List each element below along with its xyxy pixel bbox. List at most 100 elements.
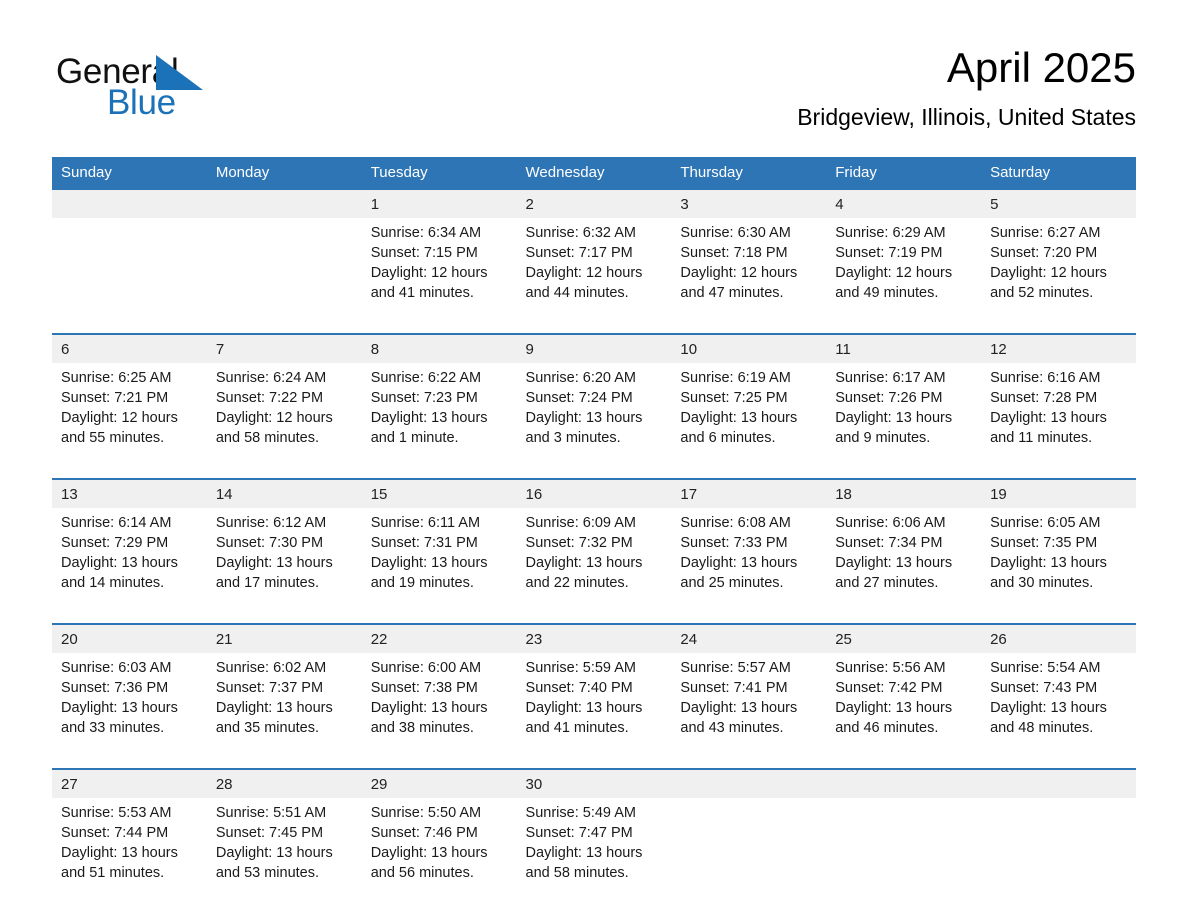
daylight-text-line1: Daylight: 12 hours	[680, 265, 798, 281]
daylight-text-line2: and 17 minutes.	[215, 575, 320, 591]
day-cell: Sunrise: 5:56 AM Sunset: 7:42 PM Dayligh…	[826, 653, 982, 769]
day-number: 16	[516, 478, 672, 508]
week-row-details: Sunrise: 6:03 AM Sunset: 7:36 PM Dayligh…	[52, 653, 1136, 769]
sunset-text: Sunset: 7:26 PM	[835, 390, 943, 406]
day-number	[981, 768, 1136, 798]
sunset-text: Sunset: 7:35 PM	[990, 535, 1098, 551]
sunrise-text: Sunrise: 6:29 AM	[835, 225, 946, 241]
day-number: 30	[516, 768, 672, 798]
daylight-text-line1: Daylight: 13 hours	[61, 555, 178, 571]
day-number: 3	[671, 190, 827, 218]
daylight-text-line1: Daylight: 12 hours	[370, 265, 488, 281]
day-cell: Sunrise: 6:29 AM Sunset: 7:19 PM Dayligh…	[826, 218, 982, 334]
page-header: General Blue April 2025 Bridgeview, Illi…	[52, 42, 1136, 147]
weekday-header-monday: Monday	[206, 157, 362, 190]
day-number: 19	[981, 478, 1136, 508]
daylight-text-line1: Daylight: 13 hours	[525, 700, 643, 716]
day-cell: Sunrise: 6:19 AM Sunset: 7:25 PM Dayligh…	[671, 363, 827, 479]
daylight-text-line1: Daylight: 13 hours	[370, 555, 488, 571]
sunset-text: Sunset: 7:37 PM	[215, 680, 324, 696]
daylight-text-line2: and 58 minutes.	[215, 430, 320, 446]
daylight-text-line2: and 47 minutes.	[680, 285, 784, 301]
day-number: 14	[206, 478, 362, 508]
sunset-text: Sunset: 7:36 PM	[61, 680, 169, 696]
day-cell: Sunrise: 6:20 AM Sunset: 7:24 PM Dayligh…	[516, 363, 672, 479]
daylight-text-line2: and 19 minutes.	[370, 575, 474, 591]
sunrise-text: Sunrise: 6:30 AM	[680, 225, 791, 241]
day-cell: Sunrise: 6:12 AM Sunset: 7:30 PM Dayligh…	[206, 508, 362, 624]
day-number: 1	[361, 190, 517, 218]
sunrise-text: Sunrise: 6:11 AM	[370, 515, 481, 531]
sunrise-text: Sunrise: 6:27 AM	[990, 225, 1101, 241]
sunrise-text: Sunrise: 6:17 AM	[835, 370, 946, 386]
sunrise-text: Sunrise: 6:32 AM	[525, 225, 636, 241]
daylight-text-line1: Daylight: 13 hours	[370, 845, 488, 861]
sunset-text: Sunset: 7:22 PM	[215, 390, 324, 406]
sunset-text: Sunset: 7:20 PM	[990, 245, 1098, 261]
sunrise-text: Sunrise: 6:12 AM	[215, 515, 327, 531]
daylight-text-line1: Daylight: 13 hours	[835, 410, 953, 426]
daylight-text-line2: and 41 minutes.	[370, 285, 474, 301]
day-number: 17	[671, 478, 827, 508]
sunrise-text: Sunrise: 6:09 AM	[525, 515, 636, 531]
day-cell: Sunrise: 6:27 AM Sunset: 7:20 PM Dayligh…	[981, 218, 1136, 334]
day-number	[826, 768, 982, 798]
daylight-text-line1: Daylight: 12 hours	[215, 410, 333, 426]
day-number: 11	[826, 333, 982, 363]
daylight-text-line2: and 14 minutes.	[61, 575, 165, 591]
day-cell	[981, 798, 1136, 913]
daylight-text-line2: and 3 minutes.	[525, 430, 621, 446]
day-cell: Sunrise: 6:05 AM Sunset: 7:35 PM Dayligh…	[981, 508, 1136, 624]
week-row-dates: 13 14 15 16 17 18 19	[52, 478, 1136, 508]
sunrise-text: Sunrise: 5:56 AM	[835, 660, 946, 676]
daylight-text-line2: and 55 minutes.	[61, 430, 165, 446]
weekday-header-wednesday: Wednesday	[516, 157, 672, 190]
day-number: 2	[516, 190, 672, 218]
daylight-text-line1: Daylight: 13 hours	[61, 845, 178, 861]
daylight-text-line1: Daylight: 13 hours	[215, 700, 333, 716]
day-number: 21	[206, 623, 362, 653]
weekday-header-sunday: Sunday	[52, 157, 207, 190]
day-cell: Sunrise: 6:11 AM Sunset: 7:31 PM Dayligh…	[361, 508, 517, 624]
sunset-text: Sunset: 7:30 PM	[215, 535, 324, 551]
sunset-text: Sunset: 7:34 PM	[835, 535, 943, 551]
weekday-header-tuesday: Tuesday	[361, 157, 517, 190]
day-cell: Sunrise: 6:03 AM Sunset: 7:36 PM Dayligh…	[52, 653, 207, 769]
daylight-text-line1: Daylight: 13 hours	[990, 700, 1107, 716]
sunrise-text: Sunrise: 5:53 AM	[61, 805, 172, 821]
day-number: 18	[826, 478, 982, 508]
day-number: 29	[361, 768, 517, 798]
daylight-text-line1: Daylight: 13 hours	[525, 845, 643, 861]
day-cell	[671, 798, 827, 913]
sunrise-text: Sunrise: 5:50 AM	[370, 805, 482, 821]
week-row-details: Sunrise: 6:14 AM Sunset: 7:29 PM Dayligh…	[52, 508, 1136, 624]
sunrise-text: Sunrise: 6:08 AM	[680, 515, 791, 531]
sunset-text: Sunset: 7:31 PM	[370, 535, 478, 551]
sunset-text: Sunset: 7:38 PM	[370, 680, 478, 696]
daylight-text-line1: Daylight: 13 hours	[525, 410, 643, 426]
sunrise-text: Sunrise: 6:16 AM	[990, 370, 1101, 386]
sunset-text: Sunset: 7:33 PM	[680, 535, 788, 551]
day-number: 26	[981, 623, 1136, 653]
day-number: 4	[826, 190, 982, 218]
sunset-text: Sunset: 7:17 PM	[525, 245, 633, 261]
day-cell: Sunrise: 5:54 AM Sunset: 7:43 PM Dayligh…	[981, 653, 1136, 769]
day-cell: Sunrise: 5:51 AM Sunset: 7:45 PM Dayligh…	[206, 798, 362, 913]
daylight-text-line1: Daylight: 13 hours	[370, 410, 488, 426]
daylight-text-line2: and 22 minutes.	[525, 575, 629, 591]
daylight-text-line2: and 27 minutes.	[835, 575, 939, 591]
daylight-text-line1: Daylight: 13 hours	[680, 410, 798, 426]
daylight-text-line2: and 58 minutes.	[525, 865, 629, 881]
daylight-text-line2: and 1 minute.	[370, 430, 459, 446]
day-cell	[826, 798, 982, 913]
daylight-text-line2: and 48 minutes.	[990, 720, 1094, 736]
daylight-text-line2: and 49 minutes.	[835, 285, 939, 301]
sunset-text: Sunset: 7:32 PM	[525, 535, 633, 551]
day-cell: Sunrise: 6:17 AM Sunset: 7:26 PM Dayligh…	[826, 363, 982, 479]
week-row-dates: 27 28 29 30	[52, 768, 1136, 798]
day-cell	[52, 218, 207, 334]
daylight-text-line2: and 30 minutes.	[990, 575, 1094, 591]
sunrise-text: Sunrise: 5:57 AM	[680, 660, 791, 676]
sunset-text: Sunset: 7:45 PM	[215, 825, 324, 841]
day-number: 20	[52, 623, 207, 653]
